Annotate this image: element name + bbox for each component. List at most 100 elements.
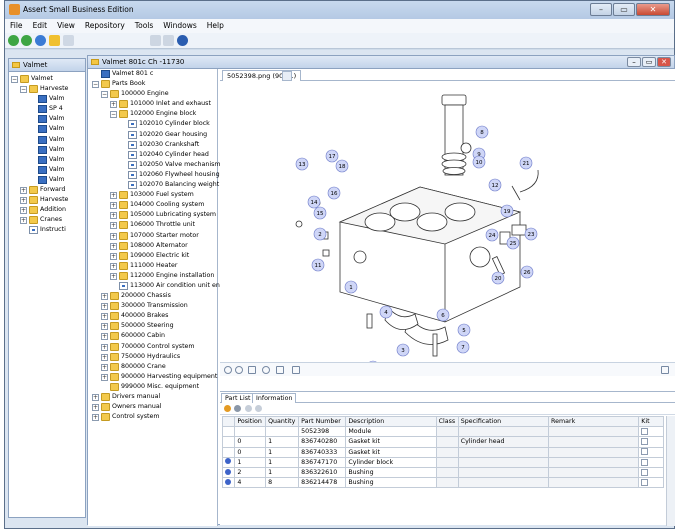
tree-node[interactable]: Valm xyxy=(9,135,85,145)
menu-help[interactable]: Help xyxy=(202,19,229,33)
expand-toggle[interactable]: + xyxy=(101,353,108,361)
maximize-button[interactable]: ▭ xyxy=(613,3,635,16)
table-row[interactable]: 1 1 836747170 Cylinder block xyxy=(221,456,664,468)
expand-toggle[interactable]: + xyxy=(110,222,117,230)
menu-file[interactable]: File xyxy=(5,19,28,33)
help-icon[interactable] xyxy=(177,35,188,46)
tree-node[interactable]: 102020 Gear housing xyxy=(88,130,217,140)
delete-icon[interactable] xyxy=(306,366,314,374)
tree-node[interactable]: 113000 Air condition unit engine xyxy=(88,281,233,291)
column-header[interactable]: Class xyxy=(435,415,459,428)
expand-toggle[interactable]: + xyxy=(110,272,117,280)
expand-toggle[interactable]: + xyxy=(20,187,27,195)
tree-node[interactable]: +104000 Cooling system xyxy=(88,200,217,210)
save-icon[interactable] xyxy=(163,35,174,46)
zoom-in-icon[interactable] xyxy=(224,366,232,374)
tree-node[interactable]: Valm xyxy=(9,155,85,165)
new-tab-button[interactable] xyxy=(282,71,292,81)
tree-node[interactable]: +105000 Lubricating system xyxy=(88,210,217,220)
search-icon[interactable] xyxy=(63,35,74,46)
tree-node[interactable]: Instructi xyxy=(9,225,85,235)
remove-icon[interactable] xyxy=(234,405,241,412)
expand-toggle[interactable]: + xyxy=(110,192,117,200)
expand-toggle[interactable]: + xyxy=(20,207,27,215)
panel-close-button[interactable]: ✕ xyxy=(657,57,671,67)
expand-toggle[interactable]: + xyxy=(92,414,99,422)
pointer-icon[interactable] xyxy=(248,366,256,374)
tree-node[interactable]: + Cranes xyxy=(9,215,85,225)
tab-part-list[interactable]: Part List xyxy=(221,393,255,403)
tree-node[interactable]: +108000 Alternator xyxy=(88,241,217,251)
expand-toggle[interactable]: + xyxy=(110,202,117,210)
highlight-icon[interactable] xyxy=(262,366,270,374)
tree-node[interactable]: +750000 Hydraulics xyxy=(88,352,217,362)
minimize-button[interactable]: – xyxy=(590,3,612,16)
menu-windows[interactable]: Windows xyxy=(158,19,201,33)
expand-toggle[interactable]: − xyxy=(110,111,117,119)
tree-node[interactable]: +107000 Starter motor xyxy=(88,231,217,241)
tree-node[interactable]: Valm xyxy=(9,114,85,124)
expand-toggle[interactable]: + xyxy=(101,293,108,301)
tree-node[interactable]: Valm xyxy=(9,145,85,155)
menu-edit[interactable]: Edit xyxy=(28,19,53,33)
expand-toggle[interactable]: + xyxy=(110,242,117,250)
tree-node[interactable]: + Forward xyxy=(9,185,85,195)
tree-node[interactable]: +300000 Transmission xyxy=(88,301,217,311)
expand-toggle[interactable]: + xyxy=(101,343,108,351)
refresh-icon[interactable] xyxy=(35,35,46,46)
favorite-icon[interactable] xyxy=(49,35,60,46)
tree-node[interactable]: Valm xyxy=(9,165,85,175)
tree-node[interactable]: + Owners manual xyxy=(88,402,217,412)
column-header[interactable]: Position xyxy=(234,415,267,428)
zoom-out-icon[interactable] xyxy=(235,366,243,374)
tree-node[interactable]: Valm xyxy=(9,175,85,185)
stroke-icon[interactable] xyxy=(292,366,300,374)
column-header[interactable]: Specification xyxy=(457,415,550,428)
expand-toggle[interactable]: + xyxy=(101,313,108,321)
panel-minimize-button[interactable]: – xyxy=(627,57,641,67)
tree-node[interactable]: +106000 Throttle unit xyxy=(88,220,217,230)
expand-toggle[interactable]: + xyxy=(101,333,108,341)
table-row[interactable]: 2 1 836322610 Bushing xyxy=(221,466,664,479)
tree-node[interactable]: +109000 Electric kit xyxy=(88,251,217,261)
table-row[interactable]: 0 1 836740333 Gasket kit xyxy=(221,446,664,458)
tree-node[interactable]: +112000 Engine installation xyxy=(88,271,217,281)
tree-node[interactable]: +500000 Steering xyxy=(88,321,217,331)
move-down-icon[interactable] xyxy=(255,405,262,412)
forward-icon[interactable] xyxy=(21,35,32,46)
tree-node[interactable]: SP 4 xyxy=(9,104,85,114)
tree-node[interactable]: Valm xyxy=(9,94,85,104)
tree-node[interactable]: 102070 Balancing weight xyxy=(88,180,219,190)
expand-toggle[interactable]: − xyxy=(92,81,99,89)
back-icon[interactable] xyxy=(8,35,19,46)
expand-toggle[interactable]: + xyxy=(92,404,99,412)
export-icon[interactable] xyxy=(661,366,669,374)
expand-toggle[interactable]: + xyxy=(110,232,117,240)
expand-toggle[interactable]: + xyxy=(92,394,99,401)
tree-node[interactable]: +111000 Heater xyxy=(88,261,217,271)
kit-checkbox[interactable] xyxy=(641,428,649,436)
expand-toggle[interactable]: + xyxy=(101,303,108,311)
table-row[interactable]: 0 1 836740280 Gasket kit Cylinder head xyxy=(221,436,664,448)
tree-node[interactable]: + Control system xyxy=(88,412,217,422)
tree-node[interactable]: − 102000 Engine block xyxy=(88,109,217,119)
tree-node[interactable]: − Parts Book xyxy=(88,79,217,89)
tree-node[interactable]: + Harveste xyxy=(9,195,85,205)
tree-node[interactable]: − Harveste xyxy=(9,84,85,94)
settings-icon[interactable] xyxy=(224,405,231,412)
tree-node[interactable]: +101000 Inlet and exhaust xyxy=(88,99,217,109)
tree-node[interactable]: 999000 Misc. equipment xyxy=(88,382,217,392)
expand-toggle[interactable]: − xyxy=(101,91,108,99)
tree-node[interactable]: +400000 Brakes xyxy=(88,311,217,321)
menu-view[interactable]: View xyxy=(52,19,80,33)
column-header[interactable]: Quantity xyxy=(265,415,300,428)
menu-repository[interactable]: Repository xyxy=(80,19,130,33)
panel-restore-button[interactable]: ▭ xyxy=(642,57,656,67)
tree-node[interactable]: Valm xyxy=(9,124,85,134)
table-row[interactable]: 4 8 836214478 Bushing xyxy=(221,477,664,489)
expand-toggle[interactable]: + xyxy=(20,217,27,225)
kit-checkbox[interactable] xyxy=(641,468,649,476)
tree-node[interactable]: 102060 Flywheel housing xyxy=(88,170,220,180)
tree-node[interactable]: Valmet 801 c xyxy=(88,69,217,79)
tree-node[interactable]: +700000 Control system xyxy=(88,342,217,352)
